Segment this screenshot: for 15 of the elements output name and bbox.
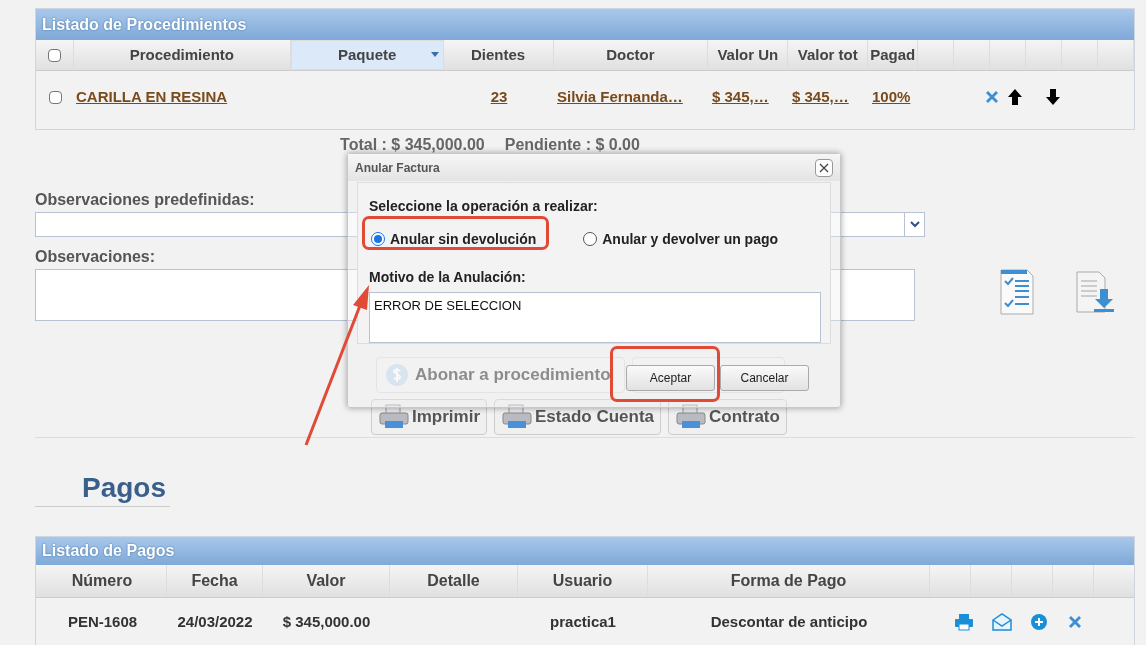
table-cell-text: PEN-1608: [67, 611, 138, 632]
table-cell-text: Descontar de anticipo: [710, 611, 868, 632]
field-label: Motivo de la Anulación:: [369, 268, 527, 287]
panel-title: Listado de Procedimientos: [36, 9, 1134, 40]
prompt-text: Seleccione la operación a realizar:: [369, 197, 599, 216]
total-text: Pendiente : $ 0.00: [504, 135, 640, 155]
panel-title: Listado de Pagos: [36, 537, 1134, 565]
section-heading: Pagos: [82, 472, 168, 504]
field-label: Observaciones:: [35, 247, 156, 267]
dialog-title: Anular Factura: [355, 159, 440, 177]
table-cell-text: practica1: [550, 611, 616, 632]
field-label: Observaciones predefinidas:: [35, 190, 255, 210]
table-cell-text: 24/03/2022: [177, 611, 253, 632]
total-text: Total : $ 345,000.00: [340, 135, 485, 155]
table-cell-text: $ 345,000.00: [282, 611, 371, 632]
